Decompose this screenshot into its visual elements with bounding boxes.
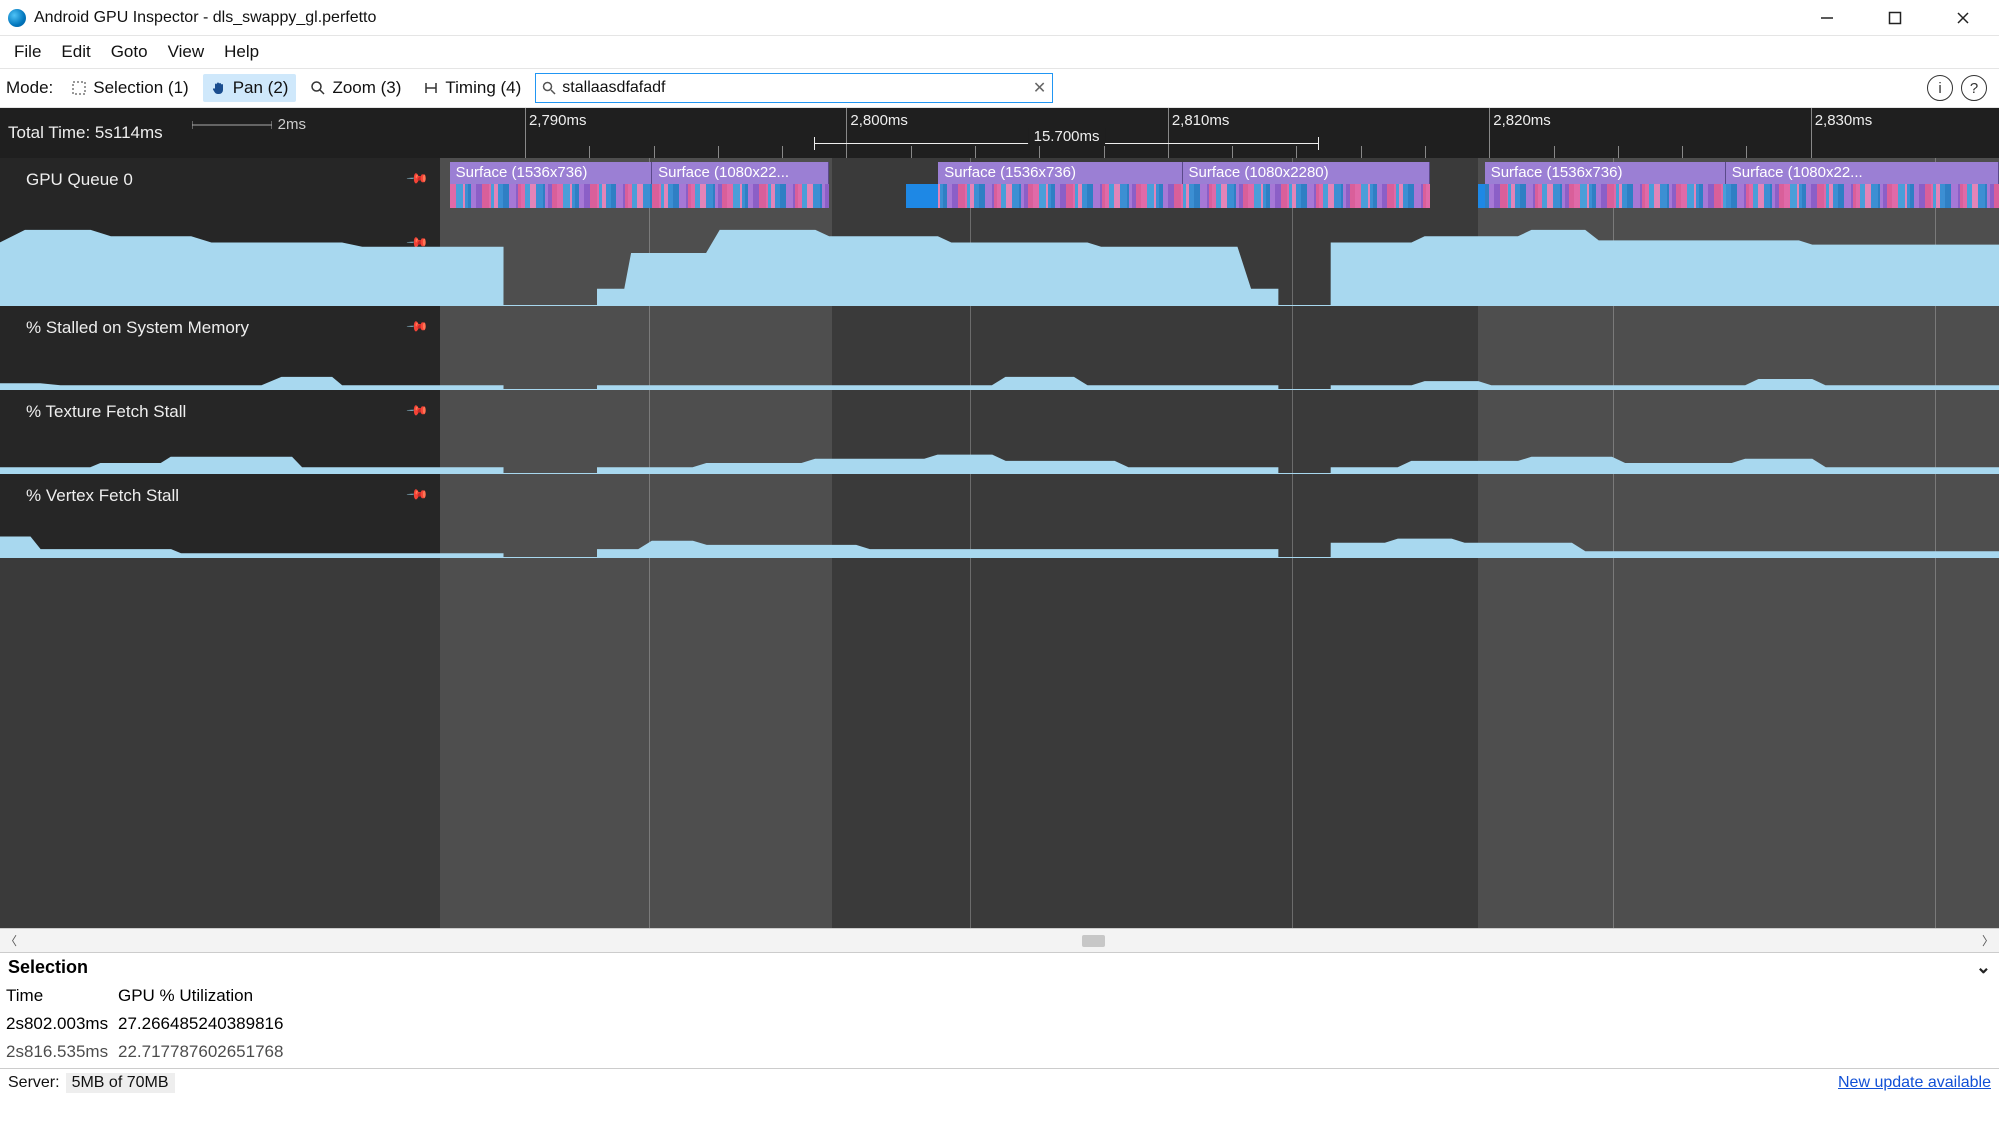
app-icon [8,9,26,27]
gpu-queue-barcode [1726,184,1999,208]
track-gpu-queue[interactable]: GPU Queue 0 📌 Surface (1536x736)Surface … [0,158,1999,222]
selection-col-value: GPU % Utilization [118,982,1993,1010]
menu-view[interactable]: View [160,40,213,64]
search-icon [542,81,556,95]
search-box[interactable]: ✕ [535,73,1053,103]
info-icon: i [1938,80,1941,97]
menubar: File Edit Goto View Help [0,36,1999,68]
gpu-queue-barcode [450,184,653,208]
ruler-tick-label: 2,830ms [1815,112,1873,129]
scroll-left-icon[interactable]: 〈 [0,932,22,949]
gpu-queue-slice[interactable]: Surface (1080x22... [1726,162,1999,184]
gpu-queue-slice[interactable]: Surface (1536x736) [450,162,653,184]
range-bracket-label: 15.700ms [1028,128,1106,145]
help-button[interactable]: ? [1961,75,1987,101]
mode-selection-label: Selection (1) [93,78,188,98]
gpu-queue-barcode [1485,184,1726,208]
selection-title: Selection [8,957,88,978]
server-label: Server: [8,1074,60,1092]
pin-icon[interactable]: 📌 [405,166,429,190]
track-vertex-fetch-stall[interactable]: % Vertex Fetch Stall 📌 [0,474,1999,558]
ruler-tick-label: 2,790ms [529,112,587,129]
selection-row-time: 2s816.535ms [6,1038,118,1066]
menu-goto[interactable]: Goto [103,40,156,64]
search-input[interactable] [562,79,1027,97]
selection-row[interactable]: 2s816.535ms 22.717787602651768 [6,1038,1993,1066]
gpu-queue-slice[interactable]: Surface (1080x2280) [1183,162,1431,184]
close-button[interactable] [1943,4,1983,32]
selection-panel: Selection ⌄ Time GPU % Utilization 2s802… [0,952,1999,1068]
gpu-queue-barcode [938,184,1182,208]
mode-zoom-label: Zoom (3) [332,78,401,98]
mode-label: Mode: [6,78,53,98]
scroll-thumb[interactable] [1082,935,1105,947]
timing-icon [423,80,439,96]
statusbar: Server: 5MB of 70MB New update available [0,1068,1999,1096]
selection-row-value: 27.266485240389816 [118,1010,1993,1038]
window-controls [1807,4,1991,32]
clear-search-icon[interactable]: ✕ [1033,78,1046,98]
menu-help[interactable]: Help [216,40,267,64]
track-label-gpu-queue: GPU Queue 0 [26,170,133,190]
selection-row[interactable]: 2s802.003ms 27.266485240389816 [6,1010,1993,1038]
track-texture-fetch-stall[interactable]: % Texture Fetch Stall 📌 [0,390,1999,474]
selection-row-value: 22.717787602651768 [118,1038,1993,1066]
modebar: Mode: Selection (1) Pan (2) Zoom (3) Tim… [0,68,1999,108]
mode-timing[interactable]: Timing (4) [415,74,529,102]
question-icon: ? [1970,80,1978,97]
update-link[interactable]: New update available [1838,1074,1991,1092]
gpu-queue-barcode [1183,184,1431,208]
minimize-button[interactable] [1807,4,1847,32]
menu-file[interactable]: File [6,40,49,64]
track-gpu-utilization[interactable]: GPU % Utilization 📌 [0,222,1999,306]
info-button[interactable]: i [1927,75,1953,101]
total-time-label: Total Time: 5s114ms [8,123,163,143]
zoom-icon [310,80,326,96]
selection-row-time: 2s802.003ms [6,1010,118,1038]
mode-selection[interactable]: Selection (1) [63,74,196,102]
gpu-queue-slice[interactable]: Surface (1536x736) [938,162,1182,184]
mode-timing-label: Timing (4) [445,78,521,98]
titlebar: Android GPU Inspector - dls_swappy_gl.pe… [0,0,1999,36]
horizontal-scrollbar[interactable]: 〈 〉 [0,928,1999,952]
range-bracket: 15.700ms [814,134,1319,154]
time-ruler[interactable]: Total Time: 5s114ms 2ms 2,790ms 2,800ms 2,… [0,108,1999,158]
ruler-tick-label: 2,820ms [1493,112,1551,129]
server-value: 5MB of 70MB [66,1073,175,1093]
scale-label: 2ms [278,116,306,133]
mode-zoom[interactable]: Zoom (3) [302,74,409,102]
scale-indicator: 2ms [192,116,306,133]
timeline[interactable]: Total Time: 5s114ms 2ms 2,790ms 2,800ms 2,… [0,108,1999,928]
gpu-queue-slice[interactable]: Surface (1080x22... [652,162,829,184]
selection-icon [71,80,87,96]
gpu-queue-slice[interactable]: Surface (1536x736) [1485,162,1726,184]
scroll-right-icon[interactable]: 〉 [1977,932,1999,949]
gpu-queue-barcode [652,184,829,208]
mode-pan-label: Pan (2) [233,78,289,98]
selection-col-time: Time [6,982,118,1010]
ruler-tick-label: 2,800ms [850,112,908,129]
hand-icon [211,80,227,96]
menu-edit[interactable]: Edit [53,40,98,64]
chevron-down-icon[interactable]: ⌄ [1976,957,1991,978]
track-stalled-system-memory[interactable]: % Stalled on System Memory 📌 [0,306,1999,390]
window-title: Android GPU Inspector - dls_swappy_gl.pe… [34,9,376,27]
mode-pan[interactable]: Pan (2) [203,74,297,102]
ruler-tick-label: 2,810ms [1172,112,1230,129]
maximize-button[interactable] [1875,4,1915,32]
